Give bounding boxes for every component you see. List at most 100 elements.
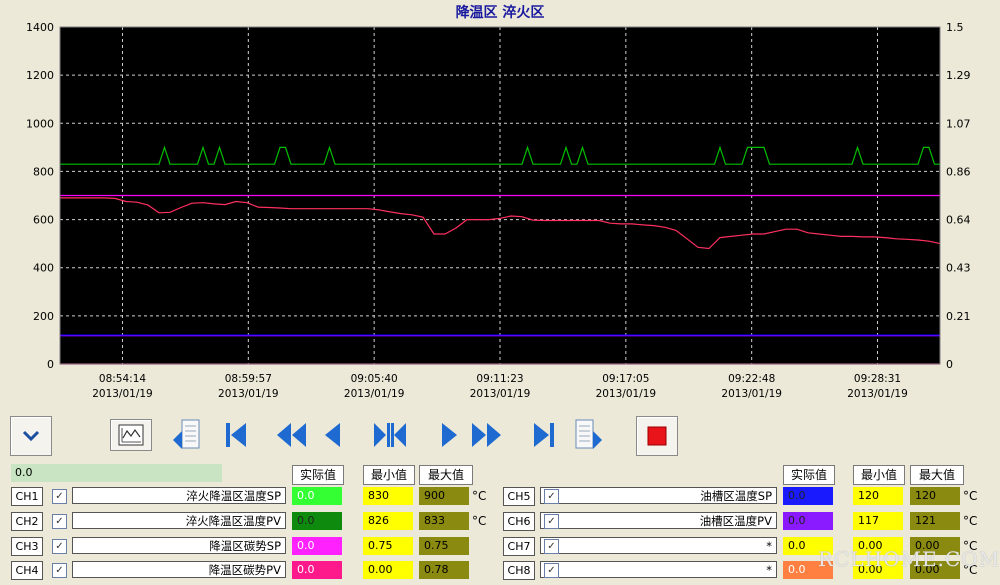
jump-end-icon (534, 423, 554, 447)
header-min-left: 最小值 (363, 465, 415, 485)
jump-start-button[interactable] (222, 420, 250, 450)
channel-name-field[interactable]: 淬火降温区温度PV (72, 512, 286, 529)
x-tick-time: 09:11:23 (476, 373, 523, 385)
min-value: 826 (363, 512, 413, 530)
x-tick-date: 2013/01/19 (92, 388, 153, 400)
actual-value: 0.0 (292, 561, 342, 579)
header-max-right: 最大值 (910, 465, 964, 485)
unit-label: °C (472, 514, 487, 528)
channel-checkbox[interactable]: ✓ (52, 563, 67, 578)
fast-rewind-icon (277, 423, 306, 447)
y-left-tick-label: 0 (47, 358, 54, 371)
trend-chart-icon (118, 424, 144, 446)
y-right-tick-label: 0.43 (946, 262, 971, 275)
fast-forward-button[interactable] (470, 420, 504, 450)
trend-chart[interactable]: 1400 1.5 1200 1.29 1000 1.07 800 0.86 600 0.64 400… (0, 0, 1000, 410)
max-value: 0.75 (419, 537, 469, 555)
channel-name-field[interactable]: * (540, 537, 777, 554)
y-right-tick-label: 0.86 (946, 165, 971, 178)
jump-start-icon (226, 423, 246, 447)
max-value: 0.78 (419, 561, 469, 579)
x-tick-date: 2013/01/19 (721, 388, 782, 400)
checkmark-icon: ✓ (55, 540, 64, 552)
y-right-tick-label: 1.5 (946, 21, 964, 34)
channel-name-field[interactable]: 油槽区温度SP (540, 487, 777, 504)
trend-chart-button[interactable] (110, 419, 152, 451)
channel-label: CH7 (503, 537, 535, 556)
checkmark-icon: ✓ (55, 515, 64, 527)
y-right-tick-label: 1.07 (946, 117, 971, 130)
checkmark-icon: ✓ (55, 564, 64, 576)
fast-rewind-button[interactable] (274, 420, 308, 450)
checkmark-icon: ✓ (547, 564, 556, 576)
x-tick-date: 2013/01/19 (218, 388, 279, 400)
channel-checkbox[interactable]: ✓ (544, 539, 559, 554)
min-value: 120 (853, 487, 903, 505)
channel-checkbox[interactable]: ✓ (52, 539, 67, 554)
channel-name-field[interactable]: * (540, 561, 777, 578)
checkmark-icon: ✓ (547, 515, 556, 527)
unit-label: °C (963, 489, 978, 503)
stop-icon (647, 426, 667, 446)
actual-value: 0.0 (292, 487, 342, 505)
header-min-right: 最小值 (853, 465, 905, 485)
y-left-tick-label: 800 (33, 165, 54, 178)
header-max-left: 最大值 (419, 465, 473, 485)
dropdown-button[interactable] (10, 416, 52, 456)
page-back-icon (173, 419, 200, 449)
watermark: RCLHOME.COM (818, 547, 1000, 571)
channel-label: CH8 (503, 561, 535, 580)
channel-checkbox[interactable]: ✓ (544, 489, 559, 504)
checkmark-icon: ✓ (55, 490, 64, 502)
x-tick-time: 09:22:48 (728, 373, 775, 385)
y-left-tick-label: 400 (33, 262, 54, 275)
channel-checkbox[interactable]: ✓ (544, 514, 559, 529)
status-value-field: 0.0 (11, 464, 222, 482)
x-tick-time: 09:17:05 (602, 373, 649, 385)
channel-name-field[interactable]: 油槽区温度PV (540, 512, 777, 529)
fast-forward-icon (472, 423, 501, 447)
y-right-tick-label: 0.64 (946, 214, 971, 227)
channel-checkbox[interactable]: ✓ (544, 563, 559, 578)
y-left-tick-label: 1400 (26, 21, 54, 34)
header-actual-left: 实际值 (292, 465, 344, 485)
jump-end-button[interactable] (530, 420, 558, 450)
channel-name-field[interactable]: 淬火降温区温度SP (72, 487, 286, 504)
step-forward-button[interactable] (438, 420, 462, 450)
channel-name-field[interactable]: 降温区碳势PV (72, 561, 286, 578)
channel-label: CH2 (11, 512, 43, 531)
channel-label: CH3 (11, 537, 43, 556)
channel-label: CH1 (11, 487, 43, 506)
page-forward-icon (575, 419, 602, 449)
y-left-tick-label: 1200 (26, 69, 54, 82)
channel-label: CH4 (11, 561, 43, 580)
actual-value: 0.0 (783, 512, 833, 530)
x-tick-time: 08:54:14 (99, 373, 146, 385)
channel-checkbox[interactable]: ✓ (52, 489, 67, 504)
page-back-button[interactable] (170, 418, 202, 452)
unit-label: °C (963, 514, 978, 528)
channel-label: CH5 (503, 487, 535, 506)
channel-name-field[interactable]: 降温区碳势SP (72, 537, 286, 554)
stop-button[interactable] (636, 416, 678, 456)
channel-checkbox[interactable]: ✓ (52, 514, 67, 529)
min-value: 0.75 (363, 537, 413, 555)
step-back-icon (325, 423, 340, 447)
x-tick-date: 2013/01/19 (847, 388, 908, 400)
min-value: 0.00 (363, 561, 413, 579)
header-actual-right: 实际值 (783, 465, 835, 485)
y-left-tick-label: 200 (33, 310, 54, 323)
step-back-button[interactable] (320, 420, 344, 450)
y-left-tick-label: 600 (33, 214, 54, 227)
center-button[interactable] (372, 420, 408, 450)
max-value: 833 (419, 512, 469, 530)
y-left-tick-label: 1000 (26, 117, 54, 130)
page-forward-button[interactable] (573, 418, 605, 452)
x-tick-date: 2013/01/19 (596, 388, 657, 400)
actual-value: 0.0 (292, 512, 342, 530)
x-tick-date: 2013/01/19 (344, 388, 405, 400)
channel-label: CH6 (503, 512, 535, 531)
checkmark-icon: ✓ (547, 540, 556, 552)
chevron-down-icon (22, 430, 40, 442)
max-value: 900 (419, 487, 469, 505)
